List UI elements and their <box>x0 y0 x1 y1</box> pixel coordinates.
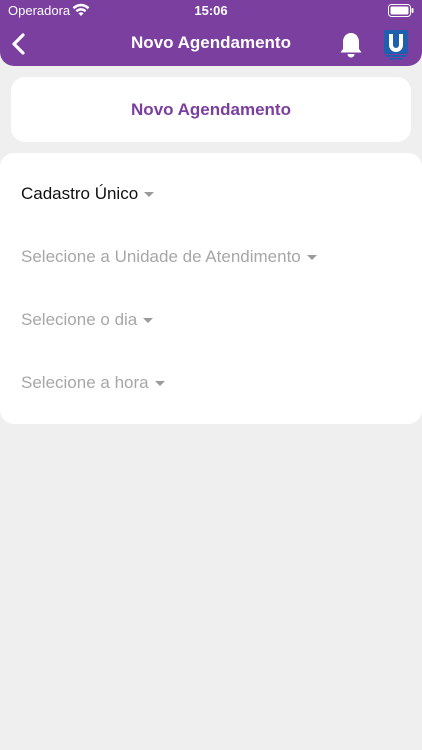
status-bar: Operadora 15:06 <box>0 0 422 22</box>
service-select[interactable]: Cadastro Único <box>21 179 155 209</box>
schedule-form: Cadastro Único Selecione a Unidade de At… <box>0 153 422 424</box>
service-select-value: Cadastro Único <box>21 184 139 203</box>
day-select[interactable]: Selecione o dia <box>21 305 154 335</box>
nav-title: Novo Agendamento <box>131 33 291 52</box>
app-logo-icon[interactable] <box>382 28 410 60</box>
clock: 15:06 <box>194 3 228 18</box>
day-select-placeholder: Selecione o dia <box>21 310 138 329</box>
unit-select-placeholder: Selecione a Unidade de Atendimento <box>21 247 301 266</box>
app-header: Operadora 15:06 Novo Agendamento <box>0 0 422 66</box>
unit-select[interactable]: Selecione a Unidade de Atendimento <box>21 242 317 272</box>
back-chevron-icon[interactable] <box>6 28 34 60</box>
header-card: Novo Agendamento <box>11 77 411 142</box>
hour-select[interactable]: Selecione a hora <box>21 368 165 398</box>
caret-down-icon <box>143 317 154 323</box>
battery-icon <box>388 4 414 17</box>
bell-icon[interactable] <box>336 30 366 60</box>
hour-select-placeholder: Selecione a hora <box>21 373 149 392</box>
header-card-title: Novo Agendamento <box>131 99 291 119</box>
caret-down-icon <box>154 380 165 386</box>
caret-down-icon <box>306 254 317 260</box>
navigation-bar: Novo Agendamento <box>0 24 422 64</box>
caret-down-icon <box>144 191 155 197</box>
